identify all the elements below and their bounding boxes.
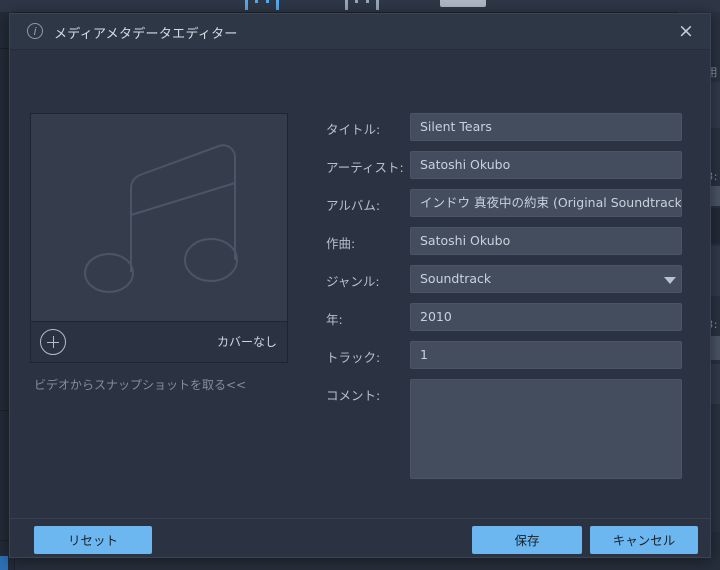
input-artist[interactable]: Satoshi Okubo — [410, 151, 682, 179]
input-track[interactable]: 1 — [410, 341, 682, 369]
plus-circle-icon[interactable] — [40, 329, 66, 355]
textarea-comment[interactable] — [410, 379, 682, 479]
snapshot-from-video-link[interactable]: ビデオからスナップショットを取る<< — [34, 376, 246, 393]
cancel-button[interactable]: キャンセル — [590, 526, 698, 554]
no-cover-label: カバーなし — [216, 335, 277, 349]
select-genre[interactable]: Soundtrack — [410, 265, 682, 293]
field-row-artist: アーティスト: Satoshi Okubo — [326, 151, 686, 183]
field-row-year: 年: 2010 — [326, 303, 686, 335]
label-composer: 作曲: — [326, 236, 356, 251]
field-row-title: タイトル: Silent Tears — [326, 113, 686, 145]
background-toolbar — [0, 0, 720, 13]
record-circle-inner-icon — [255, 0, 269, 3]
input-album[interactable]: インドウ 真夜中の約束 (Original Soundtrack) — [410, 189, 682, 217]
music-note-icon — [84, 144, 238, 293]
input-composer[interactable]: Satoshi Okubo — [410, 227, 682, 255]
dialog-titlebar: i メディアメタデータエディター × — [10, 14, 710, 50]
input-year[interactable]: 2010 — [410, 303, 682, 331]
field-row-track: トラック: 1 — [326, 341, 686, 373]
background-accent-bar — [0, 556, 8, 570]
dialog-body: カバーなし ビデオからスナップショットを取る<< タイトル: Silent Te… — [10, 50, 710, 520]
save-button[interactable]: 保存 — [472, 526, 582, 554]
dialog-footer: リセット 保存 キャンセル — [10, 518, 710, 557]
reset-button[interactable]: リセット — [34, 526, 152, 554]
label-track: トラック: — [326, 350, 381, 365]
dialog-title: メディアメタデータエディター — [54, 27, 238, 42]
film-strip-icon[interactable] — [440, 0, 486, 7]
field-row-composer: 作曲: Satoshi Okubo — [326, 227, 686, 259]
input-title[interactable]: Silent Tears — [410, 113, 682, 141]
cover-footer: カバーなし — [31, 321, 287, 362]
metadata-form: タイトル: Silent Tears アーティスト: Satoshi Okubo… — [326, 113, 686, 485]
screen: ) 用 3: 3: i メディアメタデータエディター × — [0, 0, 720, 570]
media-metadata-editor-dialog: i メディアメタデータエディター × カバーなし ビデオからスナップショットを取… — [9, 13, 711, 558]
label-genre: ジャンル: — [326, 274, 380, 289]
label-artist: アーティスト: — [326, 160, 404, 175]
circle-outline-inner-icon — [355, 0, 369, 3]
label-album: アルバム: — [326, 198, 381, 213]
cover-art-box[interactable]: カバーなし — [30, 113, 288, 363]
label-comment: コメント: — [326, 388, 381, 403]
info-icon: i — [27, 23, 43, 39]
label-title: タイトル: — [326, 122, 381, 137]
label-year: 年: — [326, 312, 343, 327]
close-icon[interactable]: × — [670, 17, 702, 46]
chevron-down-icon[interactable] — [664, 277, 676, 284]
field-row-comment: コメント: — [326, 379, 686, 479]
field-row-genre: ジャンル: Soundtrack — [326, 265, 686, 297]
field-row-album: アルバム: インドウ 真夜中の約束 (Original Soundtrack) — [326, 189, 686, 221]
